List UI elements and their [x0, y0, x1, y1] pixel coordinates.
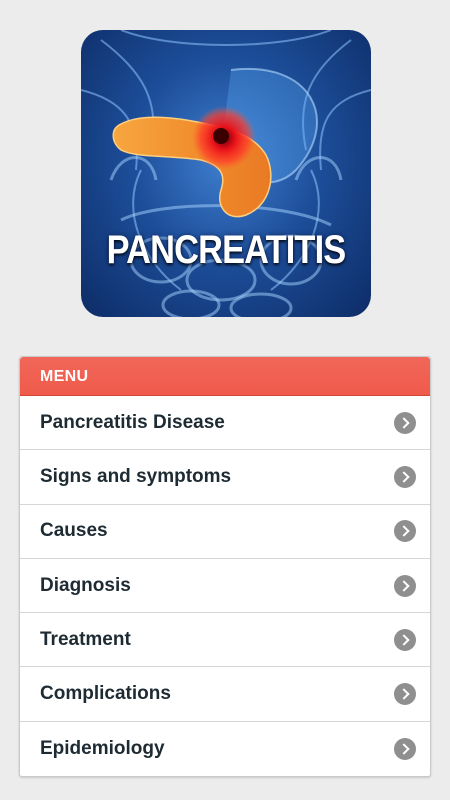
banner-title: PANCREATITIS — [106, 228, 347, 272]
menu-item-label: Diagnosis — [40, 574, 131, 596]
menu-item-diagnosis[interactable]: Diagnosis — [20, 559, 430, 614]
menu-item-label: Causes — [40, 520, 108, 542]
menu-item-pancreatitis-disease[interactable]: Pancreatitis Disease — [20, 396, 430, 451]
menu-item-label: Signs and symptoms — [40, 465, 232, 487]
menu-item-causes[interactable]: Causes — [20, 505, 430, 559]
menu-item-signs-and-symptoms[interactable]: Signs and symptoms — [20, 450, 430, 505]
menu-header: MENU — [20, 357, 430, 396]
chevron-right-circle-icon — [394, 465, 416, 488]
menu-card: MENU Pancreatitis Disease Signs and symp… — [19, 356, 431, 778]
chevron-right-circle-icon — [394, 574, 416, 597]
chevron-right-circle-icon — [394, 411, 416, 434]
anatomy-illustration — [81, 30, 371, 317]
chevron-right-circle-icon — [394, 683, 416, 706]
chevron-right-circle-icon — [394, 628, 416, 651]
menu-item-epidemiology[interactable]: Epidemiology — [20, 722, 430, 776]
menu-item-complications[interactable]: Complications — [20, 667, 430, 722]
chevron-right-circle-icon — [394, 737, 416, 760]
menu-item-label: Treatment — [40, 628, 131, 650]
chevron-right-circle-icon — [394, 520, 416, 543]
menu-item-label: Pancreatitis Disease — [40, 411, 225, 433]
menu-item-treatment[interactable]: Treatment — [20, 613, 430, 668]
app-banner-image: PANCREATITIS — [81, 30, 371, 317]
menu-item-label: Epidemiology — [40, 737, 165, 759]
menu-item-label: Complications — [40, 683, 171, 705]
